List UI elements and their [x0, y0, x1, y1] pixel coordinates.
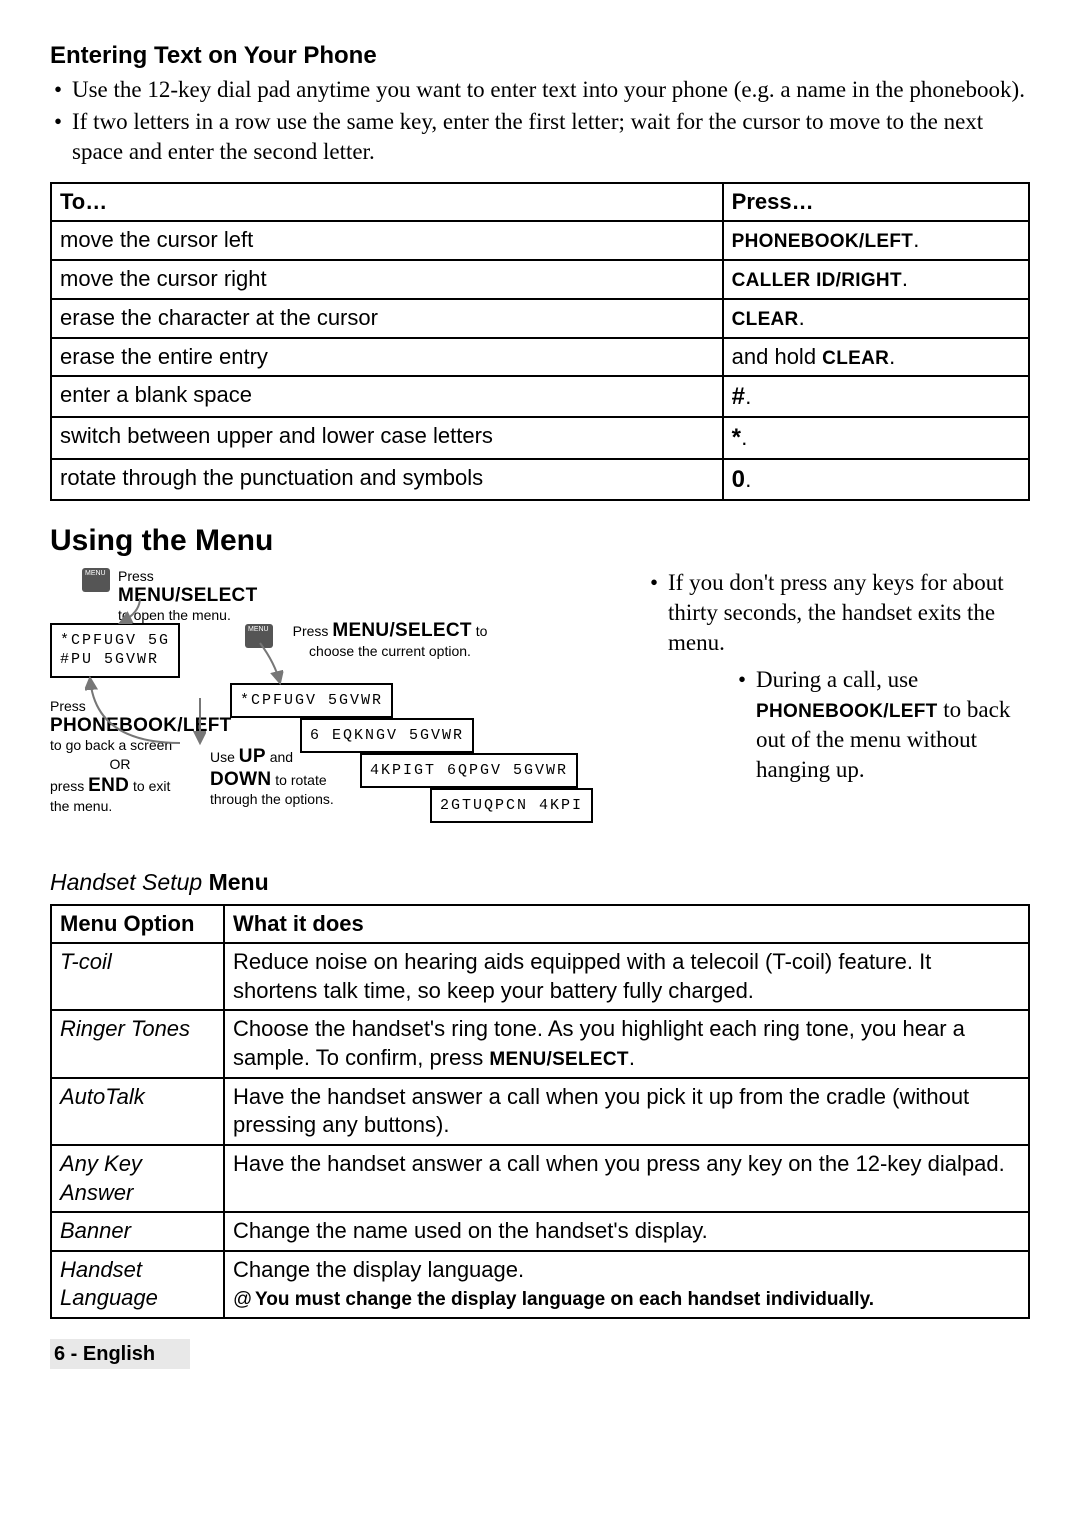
table-row: AutoTalk Have the handset answer a call … — [51, 1078, 1029, 1145]
page-footer: 6 - English — [50, 1339, 190, 1369]
table-row: Ringer Tones Choose the handset's ring t… — [51, 1010, 1029, 1077]
table-row: erase the character at the cursor CLEAR. — [51, 299, 1029, 338]
entering-text-bullets: Use the 12-key dial pad anytime you want… — [50, 75, 1030, 167]
table-row: erase the entire entry and hold CLEAR. — [51, 338, 1029, 377]
table-row: Any Key Answer Have the handset answer a… — [51, 1145, 1029, 1212]
bullet-item: Use the 12-key dial pad anytime you want… — [50, 75, 1030, 105]
table-row: rotate through the punctuation and symbo… — [51, 459, 1029, 500]
menu-select-icon — [82, 568, 110, 592]
th-what-it-does: What it does — [224, 905, 1029, 944]
screen-box-1: *CPFUGV 5G #PU 5GVWR — [50, 623, 180, 678]
th-menu-option: Menu Option — [51, 905, 224, 944]
menu-select-icon — [245, 624, 273, 648]
section-heading-entering-text: Entering Text on Your Phone — [50, 40, 1030, 71]
table-row: T-coil Reduce noise on hearing aids equi… — [51, 943, 1029, 1010]
menu-side-notes: If you don't press any keys for about th… — [650, 568, 1030, 793]
screen-box-4: 4KPIGT 6QPGV 5GVWR — [360, 753, 578, 789]
th-to: To… — [51, 183, 723, 222]
bullet-item: If two letters in a row use the same key… — [50, 107, 1030, 167]
section-heading-using-menu: Using the Menu — [50, 521, 1030, 560]
note-item: If you don't press any keys for about th… — [650, 568, 1030, 658]
note-item: During a call, use PHONEBOOK/LEFT to bac… — [738, 665, 1030, 785]
diagram-label-choose: Press MENU/SELECT to choose the current … — [280, 620, 500, 660]
handset-setup-subheading: Handset Setup Menu — [50, 868, 1030, 898]
note-icon: @ — [233, 1288, 255, 1313]
table-row: enter a blank space #. — [51, 376, 1029, 417]
diagram-label-rotate: Use UP and DOWN to rotate through the op… — [210, 746, 340, 808]
screen-box-2: *CPFUGV 5GVWR — [230, 683, 393, 719]
screen-box-5: 2GTUQPCN 4KPI — [430, 788, 593, 824]
diagram-label-open: Press MENU/SELECT to open the menu. — [118, 568, 268, 624]
table-row: move the cursor right CALLER ID/RIGHT. — [51, 260, 1029, 299]
to-press-table: To… Press… move the cursor left PHONEBOO… — [50, 182, 1030, 501]
table-row: Banner Change the name used on the hands… — [51, 1212, 1029, 1251]
table-row: move the cursor left PHONEBOOK/LEFT. — [51, 221, 1029, 260]
handset-menu-table: Menu Option What it does T-coil Reduce n… — [50, 904, 1030, 1319]
table-row: switch between upper and lower case lett… — [51, 417, 1029, 458]
th-press: Press… — [723, 183, 1029, 222]
menu-navigation-diagram: Press MENU/SELECT to open the menu. *CPF… — [50, 568, 630, 848]
table-row: Handset Language Change the display lang… — [51, 1251, 1029, 1318]
diagram-label-back: Press PHONEBOOK/LEFT to go back a screen… — [50, 698, 190, 815]
